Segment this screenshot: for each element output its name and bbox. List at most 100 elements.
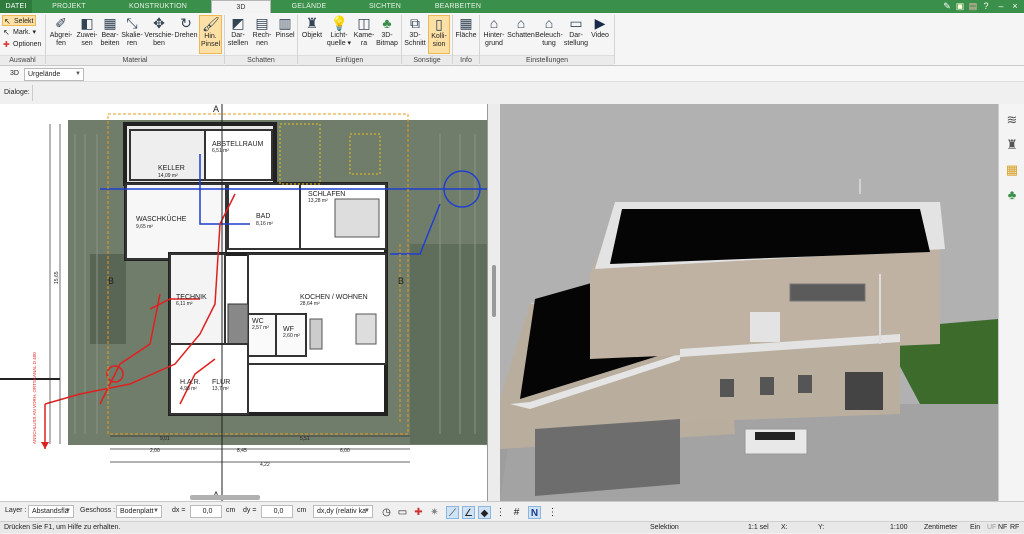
chevron-down-icon: ▼ bbox=[65, 508, 71, 514]
more-icon[interactable]: ⋮ bbox=[546, 506, 559, 519]
brush-icon[interactable]: ✎ bbox=[942, 1, 952, 11]
arrow-down-icon bbox=[41, 442, 49, 449]
options-button[interactable]: ✚ Optionen bbox=[2, 39, 41, 50]
cursor-icon: ↖ bbox=[4, 17, 11, 26]
save-icon[interactable]: ▣ bbox=[955, 1, 965, 11]
room-label-wf: WF bbox=[283, 326, 294, 333]
mark-button[interactable]: ↖ Mark. ▾ bbox=[2, 27, 36, 38]
dimension-label: 6,00 bbox=[340, 448, 350, 454]
lighting-button[interactable]: ⌂ Beleuch- tung bbox=[535, 15, 563, 48]
hint-brush-button[interactable]: 🖌 Hin. Pinsel bbox=[199, 15, 222, 54]
room-label-abstellraum: ABSTELLRAUM bbox=[212, 141, 264, 148]
terrain-select[interactable]: Urgelände ▼ bbox=[24, 68, 84, 81]
edit-icon: ▦ bbox=[103, 15, 117, 31]
close-icon[interactable]: × bbox=[1010, 1, 1020, 11]
window-ribbon bbox=[789, 283, 866, 302]
dy-input[interactable]: 0,0 bbox=[261, 505, 293, 518]
svg-text:4,98 m²: 4,98 m² bbox=[180, 386, 197, 392]
clock-icon[interactable]: ◷ bbox=[380, 506, 393, 519]
chevron-down-icon: ▼ bbox=[75, 71, 81, 77]
palette-icon[interactable]: ▦ bbox=[1004, 162, 1020, 178]
dx-input[interactable]: 0,0 bbox=[190, 505, 222, 518]
compute-shadow-button[interactable]: ▤ Rech- nen bbox=[251, 15, 273, 48]
scale-material-button[interactable]: ⤡ Skalie- ren bbox=[121, 15, 143, 48]
assign-material-button[interactable]: ◧ Zuwei- sen bbox=[75, 15, 99, 48]
video-button[interactable]: ▶ Video bbox=[589, 15, 611, 40]
bulb-icon: 💡 bbox=[330, 15, 348, 31]
group-label-auswahl: Auswahl bbox=[0, 55, 45, 65]
status-uf: UF bbox=[987, 524, 997, 531]
display-button[interactable]: ▭ Dar- stellung bbox=[563, 15, 589, 48]
rotate-icon: ↻ bbox=[180, 15, 192, 31]
status-bar: Drücken Sie F1, um Hilfe zu erhalten. Se… bbox=[0, 521, 1024, 533]
tab-projekt[interactable]: PROJEKT bbox=[40, 0, 98, 13]
tree-icon[interactable]: ♣ bbox=[1004, 187, 1020, 203]
light-source-button[interactable]: 💡 Licht- quelle ▾ bbox=[326, 15, 352, 48]
room-label-keller: KELLER bbox=[158, 165, 185, 172]
paint-icon: ▥ bbox=[278, 15, 292, 31]
monitor-icon[interactable]: ▭ bbox=[396, 506, 409, 519]
3d-bitmap-button[interactable]: ♣ 3D- Bitmap bbox=[375, 15, 399, 48]
dimension-label: 8,45 bbox=[237, 448, 247, 454]
chevron-down-icon: ▼ bbox=[153, 508, 159, 514]
floor-select[interactable]: Bodenplatt ▼ bbox=[116, 505, 162, 518]
group-label-einfuegen: Einfügen bbox=[298, 55, 401, 65]
shadow-settings-button[interactable]: ⌂ Schatten bbox=[507, 15, 535, 40]
camera-icon: ◫ bbox=[357, 15, 371, 31]
show-shadow-button[interactable]: ◩ Dar- stellen bbox=[226, 15, 250, 48]
select-button[interactable]: ↖ Selekt bbox=[2, 15, 36, 26]
help-icon[interactable]: ? bbox=[981, 1, 991, 11]
scale-icon: ⤡ bbox=[126, 15, 138, 31]
camera-button[interactable]: ◫ Kame- ra bbox=[353, 15, 375, 48]
grid-icon[interactable]: # bbox=[510, 506, 523, 519]
section-mark-b-right: B bbox=[398, 276, 404, 286]
group-label-schatten: Schatten bbox=[225, 55, 297, 65]
room-label-waschkueche: WASCHKÜCHE bbox=[136, 215, 187, 223]
svg-text:13,7 m²: 13,7 m² bbox=[212, 386, 229, 392]
3d-view[interactable] bbox=[500, 104, 998, 501]
layer-select[interactable]: Abstandsflä ▼ bbox=[28, 505, 74, 518]
layers-icon[interactable]: ≋ bbox=[1004, 112, 1020, 128]
coordinate-mode-select[interactable]: dx,dy (relativ ka ▼ bbox=[313, 505, 373, 518]
chevron-down-icon: ▼ bbox=[364, 508, 370, 514]
grab-material-button[interactable]: ✐ Abgrei- fen bbox=[48, 15, 74, 48]
tab-datei[interactable]: DATEI bbox=[0, 0, 32, 13]
print-icon[interactable]: ▤ bbox=[968, 1, 978, 11]
tab-3d[interactable]: 3D bbox=[211, 0, 271, 13]
shadow-brush-button[interactable]: ▥ Pinsel bbox=[274, 15, 296, 40]
object-button[interactable]: ♜ Objekt bbox=[299, 15, 325, 40]
house-shadow-icon: ⌂ bbox=[516, 15, 526, 31]
armchair-icon[interactable]: ♜ bbox=[1004, 137, 1020, 153]
rotate-material-button[interactable]: ↻ Drehen bbox=[174, 15, 198, 40]
divider bbox=[32, 85, 33, 101]
brush-icon: 🖌 bbox=[202, 16, 220, 32]
tab-gelaende[interactable]: GELÄNDE bbox=[275, 0, 343, 13]
room-label-har: H.A.R. bbox=[180, 379, 201, 386]
room-label-technik: TECHNIK bbox=[176, 294, 207, 301]
plan-scrollbar[interactable] bbox=[492, 265, 496, 317]
3d-section-button[interactable]: ⧉ 3D- Schnitt bbox=[403, 15, 427, 48]
minimize-icon[interactable]: – bbox=[996, 1, 1006, 11]
collision-button[interactable]: ▯ Kolli- sion bbox=[428, 15, 450, 54]
north-icon[interactable]: N bbox=[528, 506, 541, 519]
sewer-connection-note: ANSCHLUSS AN VORH. ORTSKANAL D 400 bbox=[32, 352, 37, 444]
snap-angle-icon[interactable]: ∠ bbox=[462, 506, 475, 519]
tab-konstruktion[interactable]: KONSTRUKTION bbox=[118, 0, 198, 13]
gear-icon[interactable]: ✷ bbox=[428, 506, 441, 519]
dy-label: dy = bbox=[243, 507, 257, 514]
background-button[interactable]: ⌂ Hinter- grund bbox=[481, 15, 507, 48]
plan-hscrollbar[interactable] bbox=[190, 495, 260, 500]
pin-icon[interactable]: ✚ bbox=[412, 506, 425, 519]
area-button[interactable]: ▦ Fläche bbox=[454, 15, 478, 40]
snap-line-icon[interactable]: ⟋ bbox=[446, 506, 459, 519]
grid-dots-icon[interactable]: ⋮ bbox=[494, 506, 507, 519]
floor-plan-view[interactable]: KELLER 14,09 m² ABSTELLRAUM 6,51 m² WASC… bbox=[0, 104, 488, 501]
tab-bearbeiten[interactable]: BEARBEITEN bbox=[422, 0, 494, 13]
collision-icon: ▯ bbox=[435, 16, 443, 32]
dx-label: dx = bbox=[172, 507, 186, 514]
move-material-button[interactable]: ✥ Verschie- ben bbox=[144, 15, 174, 48]
snap-plane-icon[interactable]: ◆ bbox=[478, 506, 491, 519]
tab-sichten[interactable]: SICHTEN bbox=[350, 0, 420, 13]
edit-material-button[interactable]: ▦ Bear- beiten bbox=[99, 15, 121, 48]
room-label-bad: BAD bbox=[256, 213, 270, 220]
